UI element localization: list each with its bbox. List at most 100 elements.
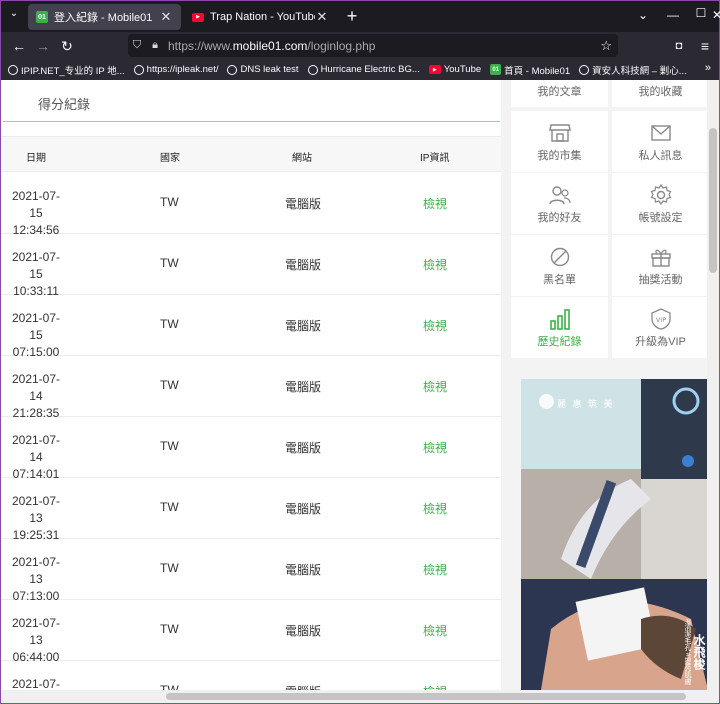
more-bookmarks-icon[interactable]: » xyxy=(705,62,711,74)
date-value: 2021-07-13 xyxy=(11,494,61,525)
menu-item-label: 我的好友 xyxy=(537,212,582,224)
maximize-button[interactable]: ☐ xyxy=(692,6,710,20)
header-country: 國家 xyxy=(160,153,180,164)
vip-icon: VIP xyxy=(612,308,709,330)
date-cell: 2021-07-13 06:44:00 xyxy=(7,615,65,666)
country-cell: TW xyxy=(160,378,179,392)
minimize-button[interactable]: — xyxy=(664,8,682,22)
header-date: 日期 xyxy=(26,153,46,164)
tab-list-button[interactable]: ⌄ xyxy=(7,8,21,22)
table-row: 2021-07-14 21:28:35 TW 電腦版 檢視 xyxy=(1,356,501,420)
navigation-toolbar: ← → ↻ ⛉ 🔒︎ https://www.mobile01.com/logi… xyxy=(1,32,719,59)
svg-text:VIP: VIP xyxy=(655,316,665,324)
menu-item-8[interactable]: 歷史紀錄 xyxy=(511,297,608,358)
site-cell: 電腦版 xyxy=(285,563,322,577)
date-cell: 2021-07-15 07:15:00 xyxy=(7,310,65,361)
mail-icon xyxy=(612,122,709,144)
bookmark-item[interactable]: IPIP.NET_专业的 IP 地... xyxy=(8,63,125,77)
back-icon[interactable]: ← xyxy=(9,36,29,56)
globe-icon xyxy=(8,64,18,75)
ad-subcaption: #清潔毛孔 #提亮肌膚 xyxy=(684,619,691,685)
date-value: 2021-07-13 xyxy=(11,616,61,647)
pocket-icon[interactable]: ◘ xyxy=(669,36,689,56)
new-tab-button[interactable]: + xyxy=(342,7,362,27)
globe-icon xyxy=(133,64,144,75)
mobile01-icon: 01 xyxy=(490,64,502,75)
table-row: 2021-07-14 07:14:01 TW 電腦版 檢視 xyxy=(1,417,501,481)
page-content: 得分紀錄 日期 國家 網站 IP資訊 2021-07-15 12:34:56 TW 電… xyxy=(1,80,719,703)
bookmark-item[interactable]: https://ipleak.net/ xyxy=(133,64,218,75)
menu-item-4[interactable]: 我的好友 xyxy=(511,173,608,234)
gift-icon xyxy=(612,246,709,268)
date-cell: 2021-07-14 21:28:35 xyxy=(7,371,65,422)
bookmark-item[interactable]: 01 首頁 - Mobile01 xyxy=(490,63,570,77)
bookmarks-toolbar: IPIP.NET_专业的 IP 地... https://ipleak.net/… xyxy=(1,59,719,80)
country-cell: TW xyxy=(160,256,179,270)
date-value: 2021-07-14 xyxy=(11,433,61,464)
table-row: 2021-07-15 07:15:00 TW 電腦版 檢視 xyxy=(1,295,501,359)
menu-item-3[interactable]: 私人訊息 xyxy=(612,111,709,172)
ip-view-link[interactable]: 檢視 xyxy=(423,256,447,273)
vertical-scroll-thumb[interactable] xyxy=(709,128,717,273)
site-cell: 電腦版 xyxy=(285,380,322,394)
bookmark-item[interactable]: Hurricane Electric BG... xyxy=(307,64,420,75)
date-value: 2021-07-13 xyxy=(11,555,61,586)
date-cell: 2021-07-14 07:14:01 xyxy=(7,432,65,483)
close-tab-icon[interactable]: ✕ xyxy=(159,9,173,25)
menu-item-label: 抽獎活動 xyxy=(638,274,683,286)
menu-item-7[interactable]: 抽獎活動 xyxy=(612,235,709,296)
menu-item-label: 我的文章 xyxy=(537,86,582,98)
horizontal-scroll-thumb[interactable] xyxy=(166,693,686,700)
tab-title: Trap Nation - YouTube xyxy=(210,11,315,23)
bookmark-item[interactable]: DNS leak test xyxy=(227,64,299,75)
date-value: 2021-07-15 xyxy=(11,311,61,342)
url-text[interactable]: https://www.mobile01.com/loginlog.php xyxy=(168,39,375,53)
menu-item-5[interactable]: 帳號設定 xyxy=(612,173,709,234)
menu-item-label: 黑名單 xyxy=(543,274,576,286)
tab-youtube[interactable]: ▶ Trap Nation - YouTube ✕ xyxy=(184,4,337,30)
advertisement-banner[interactable]: 麗 惠 筑 美 水飛梭 #清潔毛孔 #提亮肌膚 xyxy=(521,379,708,690)
forward-icon[interactable]: → xyxy=(33,36,53,56)
site-cell: 電腦版 xyxy=(285,441,322,455)
tab-strip: ⌄ 01 登入紀錄 - Mobile01 ✕ ▶ Trap Nation - Y… xyxy=(1,1,720,32)
date-cell: 2021-07-15 10:33:11 xyxy=(7,249,65,300)
menu-item-1[interactable]: 我的收藏 xyxy=(612,80,709,107)
menu-item-label: 私人訊息 xyxy=(638,150,683,162)
tab-mobile01[interactable]: 01 登入紀錄 - Mobile01 ✕ xyxy=(28,4,181,30)
ip-view-link[interactable]: 檢視 xyxy=(423,561,447,578)
bookmark-item[interactable]: ▶ YouTube xyxy=(428,64,481,75)
menu-item-0[interactable]: 我的文章 xyxy=(511,80,608,107)
menu-item-6[interactable]: 黑名單 xyxy=(511,235,608,296)
mobile01-favicon: 01 xyxy=(36,11,48,23)
reload-icon[interactable]: ↻ xyxy=(57,36,77,56)
country-cell: TW xyxy=(160,195,179,209)
panel-gap xyxy=(501,80,511,703)
date-value: 2021-07-15 xyxy=(11,189,61,220)
country-cell: TW xyxy=(160,439,179,453)
bookmark-item[interactable]: 資安人科技網 – 剿心... xyxy=(579,63,687,77)
ip-view-link[interactable]: 檢視 xyxy=(423,317,447,334)
ip-view-link[interactable]: 檢視 xyxy=(423,500,447,517)
ip-view-link[interactable]: 檢視 xyxy=(423,622,447,639)
ip-view-link[interactable]: 檢視 xyxy=(423,439,447,456)
bookmark-star-icon[interactable]: ☆ xyxy=(600,38,612,54)
url-bar[interactable]: ⛉ 🔒︎ https://www.mobile01.com/loginlog.p… xyxy=(128,34,618,57)
friends-icon xyxy=(511,184,608,206)
country-cell: TW xyxy=(160,317,179,331)
lock-icon[interactable]: 🔒︎ xyxy=(146,39,164,52)
score-record-panel: 得分紀錄 日期 國家 網站 IP資訊 2021-07-15 12:34:56 TW 電… xyxy=(1,80,501,703)
menu-item-2[interactable]: 我的市集 xyxy=(511,111,608,172)
site-cell: 電腦版 xyxy=(285,319,322,333)
list-all-tabs-icon[interactable]: ⌄ xyxy=(634,8,652,22)
header-site: 網站 xyxy=(292,153,312,164)
close-tab-icon[interactable]: ✕ xyxy=(315,9,329,25)
menu-item-9[interactable]: VIP 升級為VIP xyxy=(612,297,709,358)
close-window-button[interactable]: ✕ xyxy=(712,8,720,22)
menu-item-label: 我的收藏 xyxy=(638,86,683,98)
menu-item-label: 升級為VIP xyxy=(635,336,686,348)
menu-icon[interactable]: ≡ xyxy=(695,36,715,56)
tracking-protection-icon[interactable]: ⛉ xyxy=(128,39,146,52)
ip-view-link[interactable]: 檢視 xyxy=(423,195,447,212)
table-row: 2021-07-13 07:13:00 TW 電腦版 檢視 xyxy=(1,539,501,603)
ip-view-link[interactable]: 檢視 xyxy=(423,378,447,395)
